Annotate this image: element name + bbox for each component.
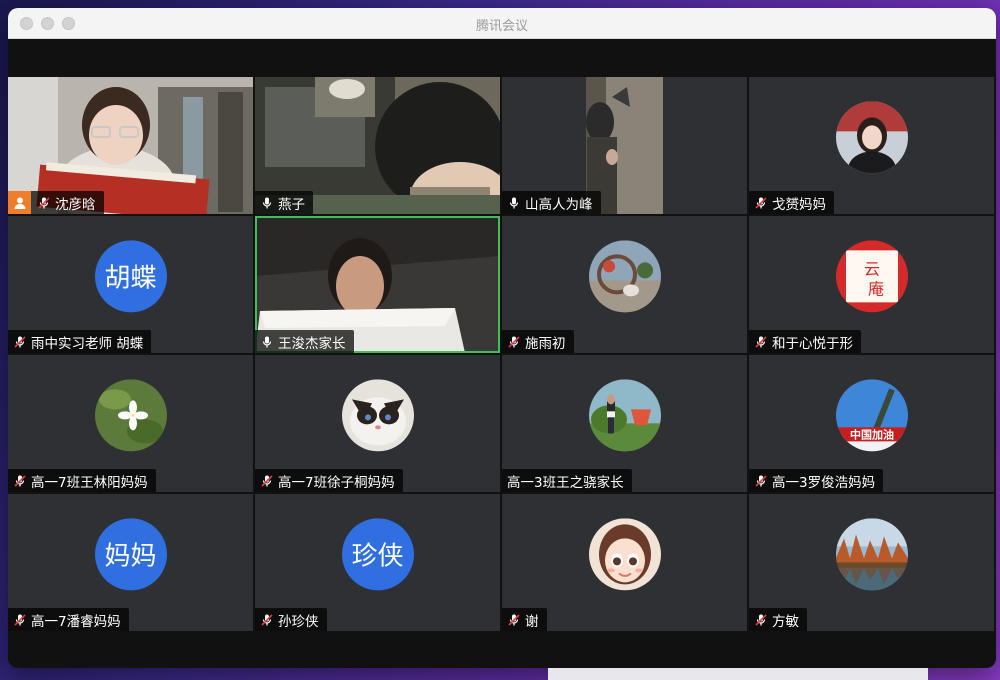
participant-tile[interactable]: 施雨初 [502, 216, 747, 353]
participant-avatar: 胡蝶 [94, 239, 167, 312]
participant-name-tag: 孙珍侠 [255, 608, 327, 631]
participant-name: 山高人为峰 [525, 196, 593, 213]
participant-name: 王浚杰家长 [278, 335, 346, 352]
participant-name-tag: 高一7班徐子桐妈妈 [255, 469, 403, 492]
top-toolbar [8, 39, 996, 77]
mic-muted-icon [755, 196, 767, 209]
participant-tile[interactable]: 云庵 和于心悦于形 [749, 216, 994, 353]
participant-name: 高一7班王林阳妈妈 [31, 474, 148, 491]
participant-tile[interactable]: 高一7班王林阳妈妈 [8, 355, 253, 492]
participant-tile[interactable]: 胡蝶 雨中实习老师 胡蝶 [8, 216, 253, 353]
participant-name: 和于心悦于形 [772, 335, 853, 352]
participant-tile[interactable]: 谢 [502, 494, 747, 631]
participant-name-tag: 山高人为峰 [502, 191, 601, 214]
participant-name: 高一3班王之骁家长 [507, 474, 624, 491]
participant-avatar [835, 100, 908, 173]
participant-tile[interactable]: 沈彦晗 [8, 77, 253, 214]
participant-tile[interactable]: 高一3班王之骁家长 [502, 355, 747, 492]
participant-avatar [835, 517, 908, 590]
participant-name-tag: 高一3班王之骁家长 [502, 469, 632, 492]
mic-muted-icon [14, 335, 26, 348]
participant-tile[interactable]: 山高人为峰 [502, 77, 747, 214]
participant-name: 谢 [525, 613, 539, 630]
participant-name: 燕子 [278, 196, 305, 213]
participant-tile[interactable]: 燕子 [255, 77, 500, 214]
mic-muted-icon [38, 196, 50, 209]
participant-name-tag: 谢 [502, 608, 547, 631]
mic-muted-icon [755, 335, 767, 348]
mic-muted-icon [261, 613, 273, 626]
participant-name: 高一7班徐子桐妈妈 [278, 474, 395, 491]
participant-tile[interactable]: 中国加油 高一3罗俊浩妈妈 [749, 355, 994, 492]
participant-avatar [588, 239, 661, 312]
participant-name-tag: 王浚杰家长 [255, 330, 354, 353]
host-badge-icon [8, 191, 31, 214]
svg-text:云: 云 [863, 259, 879, 278]
participant-tile-active-speaker[interactable]: 王浚杰家长 [255, 216, 500, 353]
participant-tile[interactable]: 高一7班徐子桐妈妈 [255, 355, 500, 492]
bottom-toolbar [8, 633, 996, 668]
participant-avatar: 妈妈 [94, 517, 167, 590]
mic-muted-icon [508, 613, 520, 626]
mic-muted-icon [14, 474, 26, 487]
participant-tile[interactable]: 方敏 [749, 494, 994, 631]
participant-name: 雨中实习老师 胡蝶 [31, 335, 144, 352]
participant-name-tag: 沈彦晗 [8, 191, 104, 214]
participant-name: 戈赟妈妈 [772, 196, 826, 213]
participant-avatar: 云庵 [835, 239, 908, 312]
participant-avatar: 中国加油 [835, 378, 908, 451]
participant-name: 沈彦晗 [55, 196, 96, 213]
participant-name-tag: 高一3罗俊浩妈妈 [749, 469, 884, 492]
participant-avatar [94, 378, 167, 451]
participant-tile[interactable]: 戈赟妈妈 [749, 77, 994, 214]
window-title: 腾讯会议 [475, 19, 528, 34]
participant-name-tag: 施雨初 [502, 330, 574, 353]
participant-avatar [588, 378, 661, 451]
participant-name: 方敏 [772, 613, 799, 630]
participant-name-tag: 方敏 [749, 608, 807, 631]
mic-muted-icon [508, 335, 520, 348]
participant-name-tag: 高一7班王林阳妈妈 [8, 469, 156, 492]
participant-name: 高一3罗俊浩妈妈 [772, 474, 876, 491]
participant-grid: 沈彦晗 燕子 山高人为峰 戈赟妈妈 胡蝶 雨中实习老师 胡蝶 王浚杰家长 施雨初… [8, 77, 996, 633]
avatar-slogan: 中国加油 [850, 427, 894, 441]
participant-name-tag: 燕子 [255, 191, 313, 214]
title-bar: 腾讯会议 [8, 8, 996, 39]
mic-muted-icon [755, 613, 767, 626]
participant-name-tag: 和于心悦于形 [749, 330, 861, 353]
mic-muted-icon [755, 474, 767, 487]
participant-tile[interactable]: 妈妈 高一7潘睿妈妈 [8, 494, 253, 631]
participant-name-tag: 戈赟妈妈 [749, 191, 834, 214]
meeting-window: 腾讯会议 沈彦晗 燕子 山高人为峰 戈赟妈妈 胡蝶 雨中实习老师 胡蝶 王浚杰家… [8, 8, 996, 668]
participant-avatar [341, 378, 414, 451]
participant-tile[interactable]: 珍侠 孙珍侠 [255, 494, 500, 631]
participant-name: 高一7潘睿妈妈 [31, 613, 121, 630]
mic-muted-icon [14, 613, 26, 626]
participant-avatar: 珍侠 [341, 517, 414, 590]
svg-text:庵: 庵 [867, 279, 883, 298]
mic-icon [509, 197, 519, 208]
participant-name-tag: 雨中实习老师 胡蝶 [8, 330, 152, 353]
participant-name: 施雨初 [525, 335, 566, 352]
background-window-edge [548, 668, 928, 680]
mic-icon [262, 336, 272, 347]
mic-icon [262, 197, 272, 208]
participant-name-tag: 高一7潘睿妈妈 [8, 608, 129, 631]
participant-name: 孙珍侠 [278, 613, 319, 630]
participant-avatar [588, 517, 661, 590]
mic-muted-icon [261, 474, 273, 487]
